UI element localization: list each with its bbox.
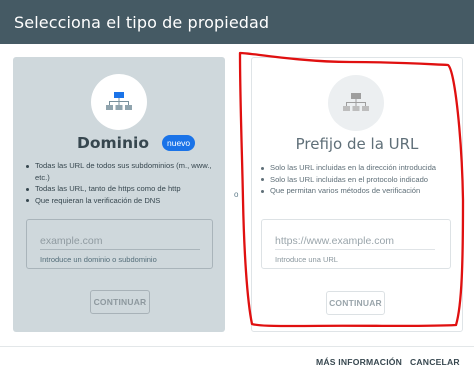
url-input[interactable] xyxy=(275,232,435,250)
list-item: Todas las URL de todos sus subdominios (… xyxy=(26,160,217,183)
list-item: Todas las URL, tanto de https como de ht… xyxy=(26,183,217,195)
list-item: Que permitan varios métodos de verificac… xyxy=(261,185,454,197)
new-badge: nuevo xyxy=(162,135,196,151)
more-info-button[interactable]: MÁS INFORMACIÓN xyxy=(316,355,402,369)
sitemap-icon xyxy=(106,92,132,110)
or-separator: o xyxy=(234,190,239,199)
list-item: Solo las URL incluidas en el protocolo i… xyxy=(261,174,454,186)
dialog-header: Selecciona el tipo de propiedad xyxy=(0,0,474,44)
domain-input-box: Introduce un dominio o subdominio xyxy=(26,219,213,269)
sitemap-icon xyxy=(343,93,369,111)
url-prefix-feature-list: Solo las URL incluidas en la dirección i… xyxy=(261,162,454,197)
domain-feature-list: Todas las URL de todos sus subdominios (… xyxy=(26,160,217,206)
list-item: Solo las URL incluidas en la dirección i… xyxy=(261,162,454,174)
url-prefix-property-card[interactable]: Prefijo de la URL Solo las URL incluidas… xyxy=(251,57,463,332)
domain-icon-circle xyxy=(91,74,147,130)
dialog-title: Selecciona el tipo de propiedad xyxy=(14,13,270,32)
url-input-box: Introduce una URL xyxy=(261,219,451,269)
cancel-button[interactable]: CANCELAR xyxy=(410,355,460,369)
domain-input[interactable] xyxy=(40,232,200,250)
footer-divider xyxy=(0,346,474,347)
domain-card-title: Dominio xyxy=(77,134,149,152)
url-prefix-icon-circle xyxy=(328,75,384,131)
domain-input-hint: Introduce un dominio o subdominio xyxy=(40,255,157,264)
list-item: Que requieran la verificación de DNS xyxy=(26,195,217,207)
url-input-hint: Introduce una URL xyxy=(275,255,338,264)
url-prefix-continue-button[interactable]: CONTINUAR xyxy=(326,291,385,315)
domain-property-card[interactable]: Dominio nuevo Todas las URL de todos sus… xyxy=(13,57,225,332)
url-prefix-card-title: Prefijo de la URL xyxy=(295,135,419,153)
domain-continue-button[interactable]: CONTINUAR xyxy=(90,290,150,314)
